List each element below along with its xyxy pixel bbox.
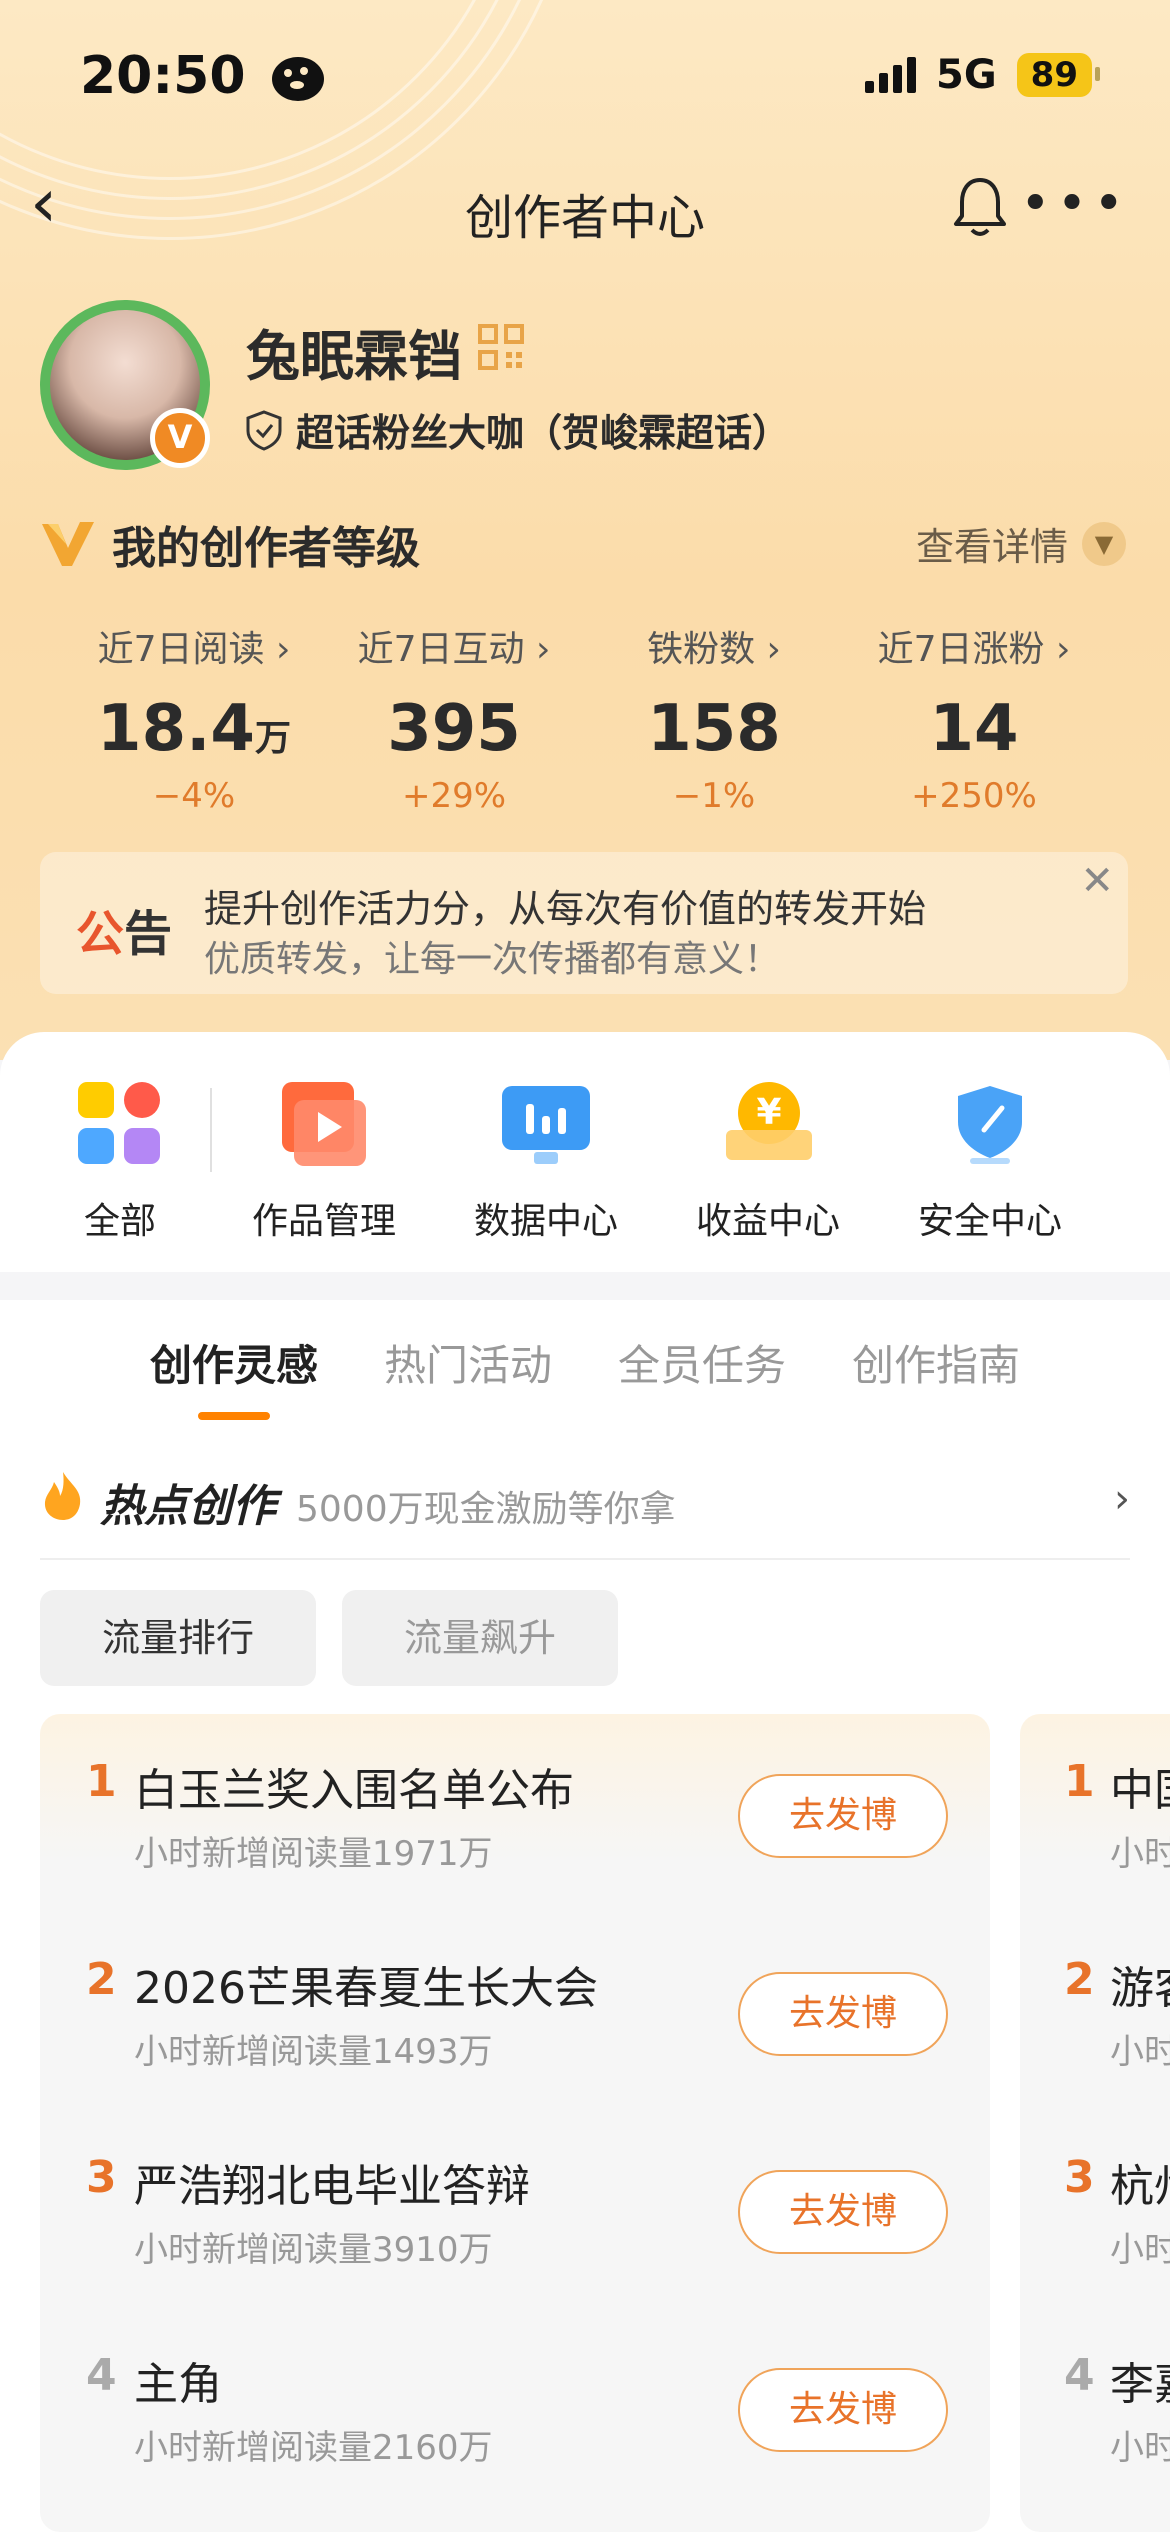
post-button[interactable]: 去发博 [738, 1774, 948, 1858]
announcement-banner[interactable]: 公告 提升创作活力分，从每次有价值的转发开始 优质转发，让每一次传播都有意义！ … [40, 852, 1128, 994]
tool-all[interactable]: 全部 [20, 1082, 220, 1244]
announcement-headline: 提升创作活力分，从每次有价值的转发开始 [204, 887, 927, 931]
stat-weekly-new-fans[interactable]: 近7日涨粉 › 14 +250% [844, 620, 1104, 816]
filter-traffic-surge[interactable]: 流量飙升 [342, 1590, 618, 1686]
creator-level: 我的创作者等级 [40, 512, 420, 576]
qr-code-icon[interactable] [478, 324, 524, 370]
view-details-link[interactable]: 查看详情 ▼ [916, 516, 1126, 571]
tool-income-center[interactable]: ¥ 收益中心 [668, 1082, 868, 1244]
trending-list-next: 1 中国 小时 2 游客 小时 3 杭州 小时 4 李嘉 小时 [1020, 1714, 1170, 2532]
yuan-coin-icon: ¥ [726, 1082, 812, 1166]
status-time: 20:50 [80, 46, 324, 106]
stat-weekly-interactions[interactable]: 近7日互动 › 395 +29% [324, 620, 584, 816]
tools-card: 全部 作品管理 数据中心 ¥ 收益中心 安全中心 [0, 1032, 1170, 1272]
shield-outline-icon [246, 409, 282, 451]
trending-list: 1 白玉兰奖入围名单公布 小时新增阅读量1971万 去发博 2 2026芒果春夏… [40, 1714, 990, 2532]
play-folder-icon [282, 1082, 366, 1166]
tools-divider [210, 1088, 212, 1172]
tab-all-tasks[interactable]: 全员任务 [618, 1332, 786, 1393]
list-item[interactable]: 2 游客 小时 [1020, 1912, 1170, 2102]
tool-security-center[interactable]: 安全中心 [890, 1082, 1090, 1244]
list-item[interactable]: 1 白玉兰奖入围名单公布 小时新增阅读量1971万 去发博 [40, 1714, 990, 1904]
list-item[interactable]: 3 杭州 小时 [1020, 2110, 1170, 2300]
post-button[interactable]: 去发博 [738, 2170, 948, 2254]
shield-icon [948, 1082, 1032, 1166]
nav-bar: ‹ 创作者中心 ••• [0, 170, 1170, 247]
chevron-down-icon: ▼ [1082, 521, 1126, 566]
announcement-tag: 公告 [76, 906, 173, 962]
stat-iron-fans[interactable]: 铁粉数 › 158 −1% [584, 620, 844, 816]
level-title: 我的创作者等级 [112, 523, 420, 574]
tab-guide[interactable]: 创作指南 [852, 1332, 1020, 1393]
chevron-right-icon: › [1114, 1476, 1130, 1522]
list-item[interactable]: 2 2026芒果春夏生长大会 小时新增阅读量1493万 去发博 [40, 1912, 990, 2102]
tab-bar: 创作灵感 热门活动 全员任务 创作指南 [0, 1332, 1170, 1420]
post-button[interactable]: 去发博 [738, 2368, 948, 2452]
app-status-icon [271, 57, 324, 101]
more-icon[interactable]: ••• [1020, 178, 1130, 230]
content-panel: 创作灵感 热门活动 全员任务 创作指南 热点创作 5000万现金激励等你拿 › … [0, 1300, 1170, 2532]
bell-icon[interactable] [950, 174, 1010, 240]
list-item[interactable]: 1 中国 小时 [1020, 1714, 1170, 1904]
battery-icon: 89 [1016, 53, 1101, 97]
stats-row: 近7日阅读 › 18.4万 −4% 近7日互动 › 395 +29% 铁粉数 ›… [0, 620, 1170, 820]
filter-traffic-rank[interactable]: 流量排行 [40, 1590, 316, 1686]
list-item[interactable]: 3 严浩翔北电毕业答辩 小时新增阅读量3910万 去发博 [40, 2110, 990, 2300]
announcement-sub: 优质转发，让每一次传播都有意义！ [204, 939, 781, 980]
tool-data-center[interactable]: 数据中心 [446, 1082, 646, 1244]
fan-title-row: 超话粉丝大咖（贺峻霖超话） [244, 402, 790, 457]
user-name: 兔眠霖铛 [246, 325, 462, 388]
hot-creation-header[interactable]: 热点创作 5000万现金激励等你拿 › [40, 1470, 1130, 1560]
stat-weekly-reads[interactable]: 近7日阅读 › 18.4万 −4% [64, 620, 324, 816]
list-item[interactable]: 4 主角 小时新增阅读量2160万 去发博 [40, 2308, 990, 2498]
hot-creation-title: 热点创作 [100, 1481, 276, 1532]
verified-badge: V [150, 408, 210, 468]
chart-monitor-icon [502, 1082, 590, 1166]
hot-creation-subtitle: 5000万现金激励等你拿 [296, 1489, 676, 1530]
tab-hot-events[interactable]: 热门活动 [384, 1332, 552, 1393]
flame-icon [44, 1472, 81, 1520]
v-level-icon [42, 522, 94, 566]
close-icon[interactable]: ✕ [1080, 858, 1114, 904]
tab-inspiration[interactable]: 创作灵感 [150, 1332, 318, 1393]
post-button[interactable]: 去发博 [738, 1972, 948, 2056]
signal-icon [865, 57, 916, 93]
tab-indicator [198, 1412, 270, 1420]
network-type: 5G [936, 52, 997, 98]
status-bar: 20:50 5G 89 [0, 0, 1170, 150]
fan-title: 超话粉丝大咖（贺峻霖超话） [296, 411, 791, 455]
grid-icon [78, 1082, 162, 1166]
tool-works-management[interactable]: 作品管理 [224, 1082, 424, 1244]
list-item[interactable]: 4 李嘉 小时 [1020, 2308, 1170, 2498]
